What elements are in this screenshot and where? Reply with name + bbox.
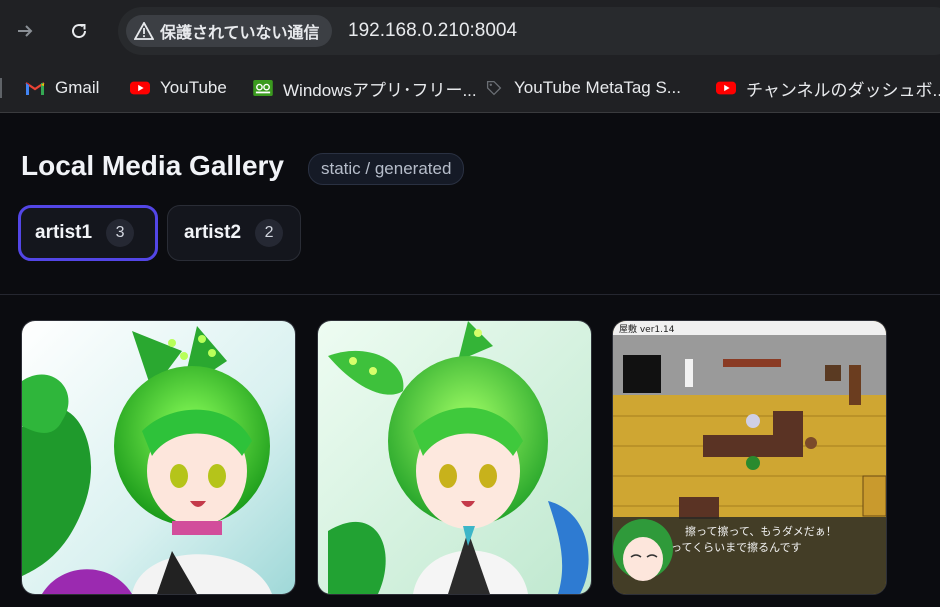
header-divider [0,294,940,295]
bookmark-channel-dashboard[interactable]: チャンネルのダッシュボ... [716,76,940,100]
bookmark-label: Windowsアプリ･フリー... [283,80,477,100]
youtube-icon [716,81,736,95]
artist-name: artist1 [35,222,93,243]
url-text[interactable]: 192.168.0.210:8004 [348,20,517,42]
bookmark-label: YouTube [160,78,227,97]
forward-button[interactable] [8,14,42,48]
reload-button[interactable] [62,14,96,48]
security-indicator[interactable]: 保護されていない通信 [126,15,332,47]
artist-tab-artist1[interactable]: artist1 3 [18,205,158,261]
address-bar[interactable]: 保護されていない通信 192.168.0.210:8004 [118,7,940,55]
bookmark-youtube[interactable]: YouTube [130,76,227,100]
gmail-icon [25,82,45,95]
artist-tab-artist2[interactable]: artist2 2 [167,205,301,261]
bookmark-metatag[interactable]: YouTube MetaTag S... [484,76,681,100]
gallery-card[interactable]: 屋敷 ver1.14 擦って擦って、もうダメだぁ！ ってくらいまで擦るんです [612,320,887,595]
app-icon [253,80,273,96]
bookmark-windows-apps[interactable]: Windowsアプリ･フリー... [253,76,477,100]
gallery-card[interactable] [21,320,296,595]
bookmark-label: Gmail [55,78,100,97]
tag-icon [486,80,502,96]
illustration-thumbnail [318,321,591,594]
reload-icon [72,24,87,39]
warning-icon [134,22,154,40]
bookmarks-bar: Gmail YouTube Windowsアプリ･フリー... YouTube … [0,64,940,113]
bookmark-label: チャンネルのダッシュボ... [746,80,940,100]
bookmark-gmail[interactable]: Gmail [25,76,99,100]
illustration-thumbnail [22,321,295,594]
game-screenshot-thumbnail: 屋敷 ver1.14 擦って擦って、もうダメだぁ！ ってくらいまで擦るんです [613,321,886,594]
artist-count-badge: 3 [106,219,135,247]
dialog-line-1: 擦って擦って、もうダメだぁ！ [685,524,837,538]
gallery-card[interactable] [317,320,592,595]
game-window-title: 屋敷 ver1.14 [619,323,675,335]
page-title: Local Media Gallery [21,150,284,181]
browser-toolbar: 保護されていない通信 192.168.0.210:8004 [0,0,940,64]
bookmarks-divider [0,78,2,98]
mode-badge: static / generated [308,153,465,185]
bookmark-label: YouTube MetaTag S... [514,78,681,97]
arrow-right-icon [18,25,33,37]
dialog-line-2: ってくらいまで擦るんです [671,540,802,554]
youtube-icon [130,81,150,95]
artist-count-badge: 2 [255,219,284,247]
artist-name: artist2 [184,222,242,243]
security-label: 保護されていない通信 [160,23,320,42]
